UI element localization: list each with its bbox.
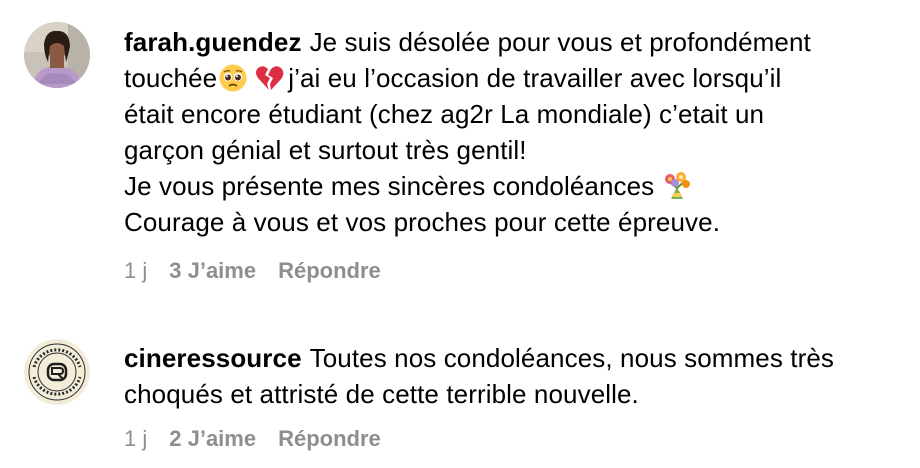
comment-age: 1 j (124, 426, 148, 451)
comment-text: Courage à vous et vos proches pour cette… (124, 207, 721, 237)
comment-meta: 1 j 2 J’aime Répondre (124, 426, 381, 452)
broken-heart-emoji-icon (256, 66, 284, 90)
avatar[interactable] (24, 339, 90, 405)
profile-photo-icon (24, 22, 90, 88)
comment-meta: 1 j 3 J’aime Répondre (124, 258, 381, 284)
likes-count-button[interactable]: 3 J’aime (169, 258, 256, 284)
comment-text: garçon génial et surtout très gentil! (124, 135, 527, 165)
reply-button[interactable]: Répondre (278, 426, 381, 452)
comment-text: Je suis désolée pour vous et profondémen… (309, 27, 811, 57)
comment-line: cineressource Toutes nos condoléances, no… (124, 340, 906, 376)
comment-text: j’ai eu l’occasion de travailler avec lo… (288, 63, 782, 93)
bouquet-emoji-icon (665, 172, 691, 199)
comment-age: 1 j (124, 258, 148, 283)
comment-text: touchée (124, 63, 218, 93)
comment-text: Toutes nos condoléances, nous sommes trè… (309, 343, 835, 373)
comment-line: garçon génial et surtout très gentil! (124, 132, 906, 168)
username-link[interactable]: cineressource (124, 343, 302, 373)
comment-text: était encore étudiant (chez ag2r La mond… (124, 99, 765, 129)
comment-line: farah.guendez Je suis désolée pour vous e… (124, 24, 906, 60)
comment-line: Je vous présente mes sincères condoléanc… (124, 168, 906, 204)
comment-line: choqués et attristé de cette terrible no… (124, 376, 906, 412)
cineressource-logo-icon (24, 339, 90, 405)
avatar[interactable] (24, 22, 90, 88)
comment-text: choqués et attristé de cette terrible no… (124, 379, 639, 409)
comment-text: Je vous présente mes sincères condoléanc… (124, 171, 655, 201)
comment-line: était encore étudiant (chez ag2r La mond… (124, 96, 906, 132)
username-link[interactable]: farah.guendez (124, 27, 302, 57)
comment-line: Courage à vous et vos proches pour cette… (124, 204, 906, 240)
comment-line: touchée j’ai eu l’occasion de travailler… (124, 60, 906, 96)
comment-body: cineressource Toutes nos condoléances, no… (124, 340, 906, 412)
comment-body: farah.guendez Je suis désolée pour vous e… (124, 24, 906, 240)
pleading-face-emoji-icon (219, 64, 247, 92)
likes-count-button[interactable]: 2 J’aime (169, 426, 256, 452)
reply-button[interactable]: Répondre (278, 258, 381, 284)
